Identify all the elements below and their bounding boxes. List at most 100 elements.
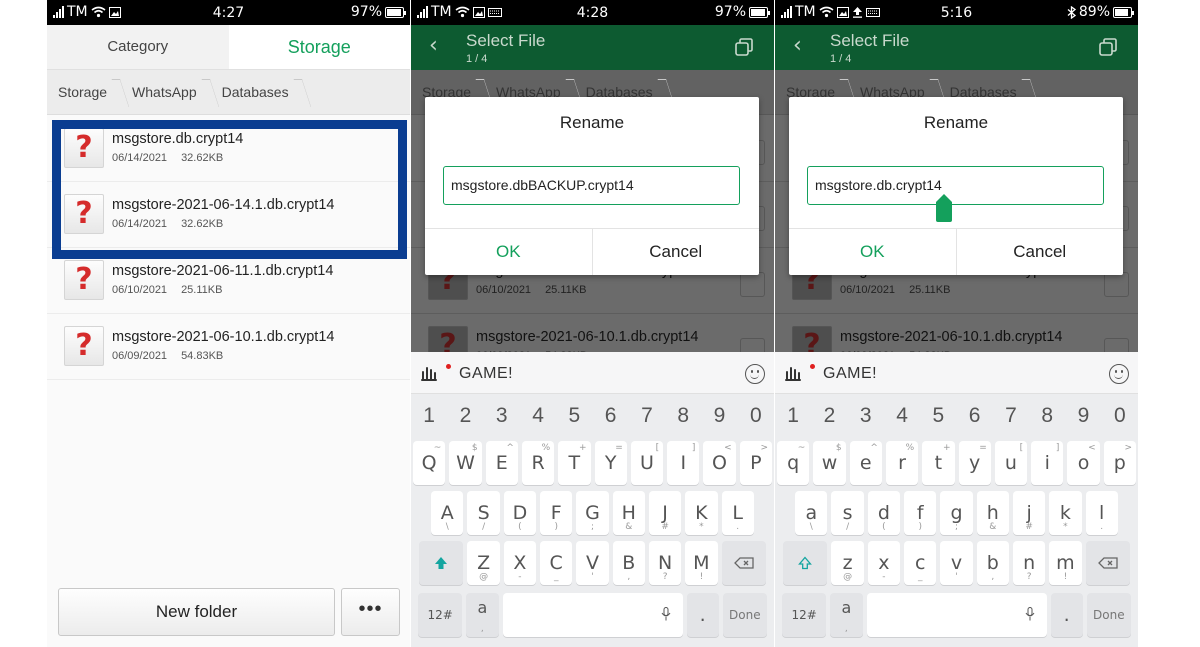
key-2[interactable]: 2: [447, 404, 483, 428]
copy-icon[interactable]: [1098, 37, 1118, 57]
back-arrow-icon[interactable]: ‹: [793, 33, 802, 58]
key-z[interactable]: Z @: [467, 541, 500, 585]
key-4[interactable]: 4: [520, 404, 556, 428]
shift-key[interactable]: [419, 541, 464, 585]
key-i[interactable]: I]: [667, 441, 700, 485]
key-9[interactable]: 9: [1066, 404, 1102, 428]
key-r[interactable]: r%: [885, 441, 919, 485]
filename-input[interactable]: msgstore.dbBACKUP.crypt14: [443, 166, 740, 205]
key-5[interactable]: 5: [556, 404, 592, 428]
key-g[interactable]: g;: [940, 491, 973, 535]
key-d[interactable]: d(: [867, 491, 901, 535]
key-language[interactable]: a,: [466, 593, 499, 637]
key-3[interactable]: 3: [848, 404, 884, 428]
new-folder-button[interactable]: New folder: [58, 588, 335, 636]
space-key[interactable]: [866, 593, 1047, 637]
touchpal-hand-icon[interactable]: [419, 364, 441, 384]
key-u[interactable]: u[: [994, 441, 1028, 485]
cancel-button[interactable]: Cancel: [957, 229, 1124, 275]
backspace-key[interactable]: [1085, 541, 1130, 585]
key-s[interactable]: S /: [467, 491, 500, 535]
key-5[interactable]: 5: [920, 404, 956, 428]
key-j[interactable]: J #: [648, 491, 682, 535]
key-n[interactable]: n?: [1012, 541, 1046, 585]
key-t[interactable]: T +: [558, 441, 591, 485]
tab-storage[interactable]: Storage: [228, 25, 410, 69]
copy-icon[interactable]: [734, 37, 754, 57]
key-h[interactable]: H &: [612, 491, 645, 535]
key-n[interactable]: N?: [648, 541, 682, 585]
key-o[interactable]: o <: [1067, 441, 1100, 485]
emoji-icon[interactable]: [1109, 364, 1129, 384]
key-a[interactable]: a \: [795, 491, 828, 535]
back-arrow-icon[interactable]: ‹: [429, 33, 438, 58]
key-j[interactable]: j #: [1012, 491, 1046, 535]
shift-key[interactable]: [783, 541, 828, 585]
key-a[interactable]: A \: [431, 491, 464, 535]
breadcrumb-whatsapp[interactable]: WhatsApp: [120, 70, 210, 115]
key-w[interactable]: w $: [813, 441, 846, 485]
key-1[interactable]: 1: [411, 404, 447, 428]
key-1[interactable]: 1: [775, 404, 811, 428]
list-item[interactable]: ? msgstore-2021-06-10.1.db.crypt14 06/09/2…: [47, 314, 410, 380]
key-r[interactable]: R%: [521, 441, 555, 485]
symbols-key[interactable]: 12#: [782, 593, 827, 637]
key-8[interactable]: 8: [665, 404, 701, 428]
key-y[interactable]: Y =: [594, 441, 627, 485]
period-key[interactable]: .: [686, 593, 719, 637]
ok-button[interactable]: OK: [789, 229, 957, 275]
ok-button[interactable]: OK: [425, 229, 593, 275]
key-m[interactable]: M!: [685, 541, 718, 585]
key-p[interactable]: P >: [739, 441, 772, 485]
symbols-key[interactable]: 12#: [418, 593, 463, 637]
key-g[interactable]: G;: [576, 491, 609, 535]
backspace-key[interactable]: [721, 541, 766, 585]
key-2[interactable]: 2: [811, 404, 847, 428]
key-b[interactable]: b,: [976, 541, 1009, 585]
key-7[interactable]: 7: [629, 404, 665, 428]
key-t[interactable]: t +: [922, 441, 955, 485]
key-e[interactable]: e ^: [849, 441, 882, 485]
done-key[interactable]: Done: [722, 593, 767, 637]
key-e[interactable]: E ^: [485, 441, 518, 485]
key-0[interactable]: 0: [1102, 404, 1138, 428]
key-o[interactable]: O <: [703, 441, 736, 485]
text-cursor-handle[interactable]: [936, 194, 952, 222]
list-item[interactable]: ? msgstore-2021-06-11.1.db.crypt14 06/10/2…: [47, 248, 410, 314]
key-p[interactable]: p >: [1103, 441, 1136, 485]
key-v[interactable]: v ': [940, 541, 973, 585]
key-7[interactable]: 7: [993, 404, 1029, 428]
key-z[interactable]: z @: [831, 541, 864, 585]
key-x[interactable]: X-: [503, 541, 537, 585]
list-item[interactable]: ? msgstore.db.crypt14 06/14/2021 32.62KB: [47, 116, 410, 182]
breadcrumb-databases[interactable]: Databases: [210, 70, 302, 115]
key-k[interactable]: K *: [685, 491, 718, 535]
list-item[interactable]: ? msgstore-2021-06-14.1.db.crypt14 06/14/2…: [47, 182, 410, 248]
done-key[interactable]: Done: [1086, 593, 1131, 637]
key-d[interactable]: D(: [503, 491, 537, 535]
key-f[interactable]: F): [540, 491, 573, 535]
filename-input[interactable]: msgstore.db.crypt14: [807, 166, 1104, 205]
key-8[interactable]: 8: [1029, 404, 1065, 428]
key-h[interactable]: h &: [976, 491, 1009, 535]
key-u[interactable]: U[: [630, 441, 664, 485]
key-3[interactable]: 3: [484, 404, 520, 428]
key-language[interactable]: a,: [830, 593, 863, 637]
key-c[interactable]: C _: [540, 541, 573, 585]
key-0[interactable]: 0: [738, 404, 774, 428]
key-y[interactable]: y =: [958, 441, 991, 485]
key-i[interactable]: i]: [1031, 441, 1064, 485]
key-4[interactable]: 4: [884, 404, 920, 428]
key-b[interactable]: B,: [612, 541, 645, 585]
cancel-button[interactable]: Cancel: [593, 229, 760, 275]
breadcrumb-storage[interactable]: Storage: [47, 70, 120, 115]
key-m[interactable]: m!: [1049, 541, 1082, 585]
key-l[interactable]: L.: [721, 491, 754, 535]
key-6[interactable]: 6: [957, 404, 993, 428]
key-q[interactable]: Q ~: [413, 441, 446, 485]
key-k[interactable]: k *: [1049, 491, 1082, 535]
period-key[interactable]: .: [1050, 593, 1083, 637]
key-v[interactable]: V ': [576, 541, 609, 585]
key-x[interactable]: x-: [867, 541, 901, 585]
key-l[interactable]: l.: [1085, 491, 1118, 535]
